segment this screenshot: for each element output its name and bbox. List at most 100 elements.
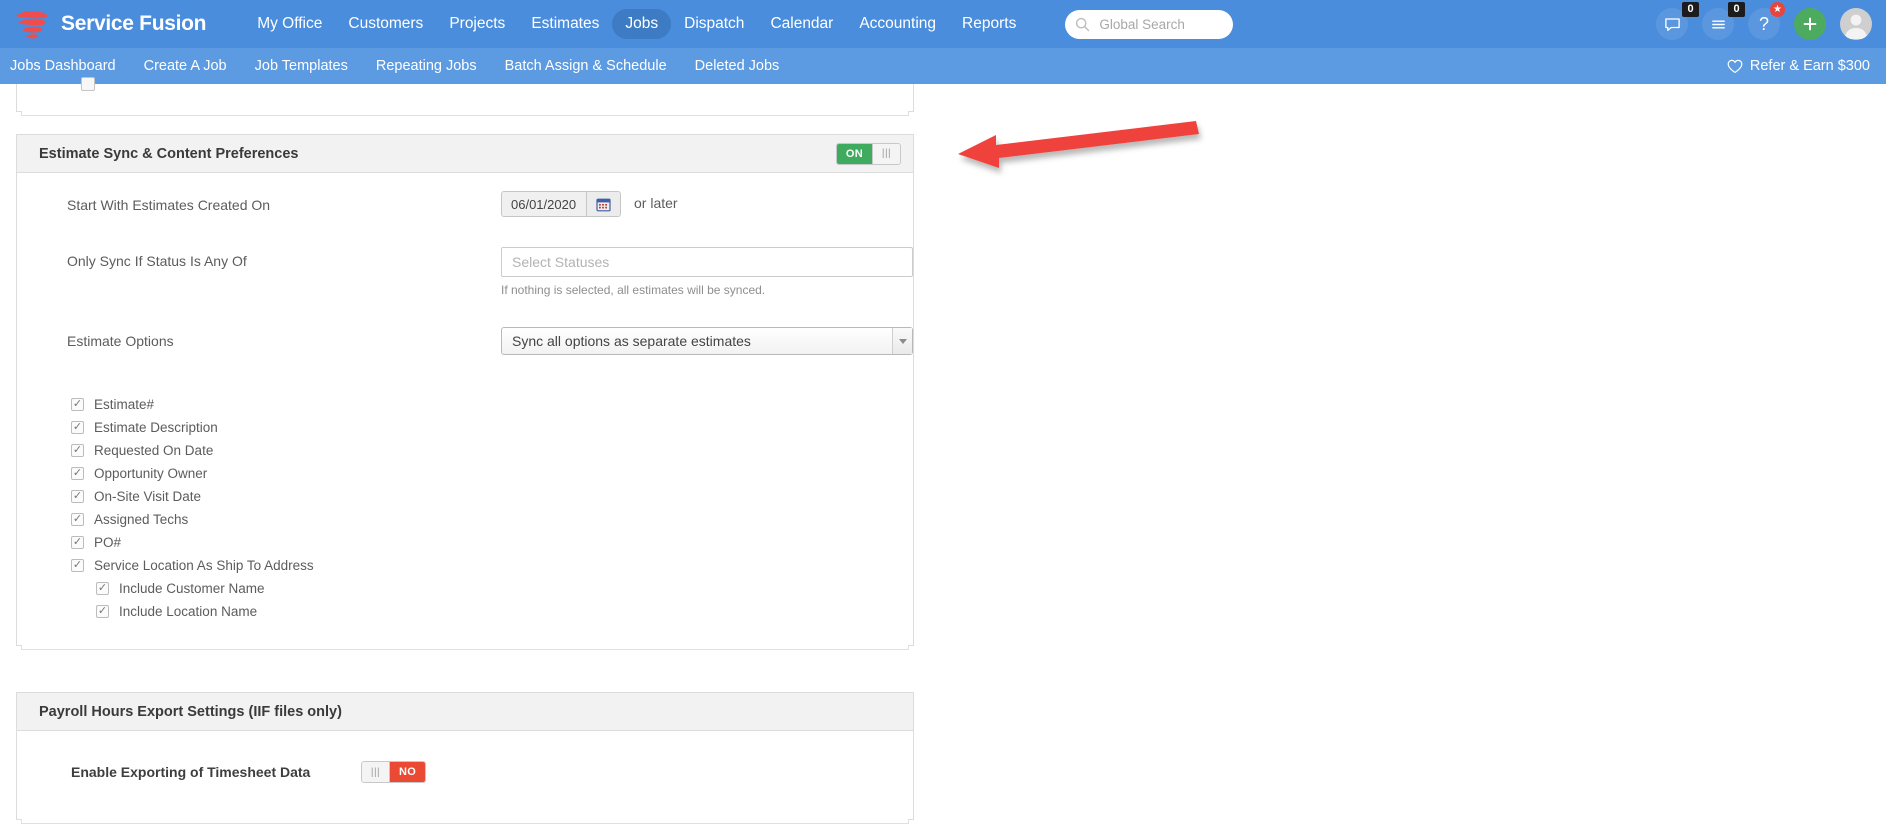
checkbox-estimate-number[interactable]: ✓	[71, 398, 84, 411]
user-avatar[interactable]	[1840, 8, 1872, 40]
refer-label: Refer & Earn $300	[1749, 58, 1870, 74]
checkbox-label: Include Customer Name	[119, 581, 265, 596]
list-lines-icon	[1711, 19, 1725, 29]
checkbox-assigned-techs[interactable]: ✓	[71, 513, 84, 526]
global-search-box[interactable]	[1065, 9, 1234, 39]
checkbox-estimate-description[interactable]: ✓	[71, 421, 84, 434]
main-navigation: My Office Customers Projects Estimates J…	[244, 9, 1029, 39]
nav-estimates[interactable]: Estimates	[518, 9, 612, 39]
chevron-down-icon[interactable]	[892, 328, 912, 354]
checkbox-label: Estimate#	[94, 397, 155, 412]
toggle-on-label: ON	[836, 143, 872, 164]
checkbox-row-po-number[interactable]: ✓ PO#	[71, 531, 913, 554]
check-glyph: ✓	[72, 444, 83, 456]
checkbox-opportunity-owner[interactable]: ✓	[71, 467, 84, 480]
heart-icon	[1727, 59, 1743, 73]
help-star-badge: ★	[1770, 2, 1785, 17]
checkbox-row-estimate-number[interactable]: ✓ Estimate#	[71, 393, 913, 416]
checkbox-on-site-visit-date[interactable]: ✓	[71, 490, 84, 503]
clipped-checkbox[interactable]	[81, 77, 95, 91]
subnav-jobs-dashboard[interactable]: Jobs Dashboard	[10, 58, 116, 74]
estimate-sync-title: Estimate Sync & Content Preferences	[39, 145, 299, 162]
main-content: Estimate Sync & Content Preferences ON |…	[0, 77, 1886, 829]
toggle-no-label: NO	[390, 762, 426, 782]
label-estimate-options: Estimate Options	[67, 333, 174, 349]
nav-jobs[interactable]: Jobs	[612, 9, 672, 39]
search-input[interactable]	[1097, 15, 1224, 33]
checkbox-row-service-location-ship-to[interactable]: ✓ Service Location As Ship To Address	[71, 554, 913, 577]
payroll-panel-title: Payroll Hours Export Settings (IIF files…	[39, 703, 342, 720]
estimate-options-select[interactable]: Sync all options as separate estimates	[501, 327, 913, 355]
select-statuses-hint: If nothing is selected, all estimates wi…	[501, 283, 766, 297]
nav-my-office[interactable]: My Office	[244, 9, 335, 39]
subnav-job-templates[interactable]: Job Templates	[255, 58, 348, 74]
checkbox-row-include-customer-name[interactable]: ✓ Include Customer Name	[71, 577, 913, 600]
checkbox-label: Opportunity Owner	[94, 466, 208, 481]
control-select-statuses: If nothing is selected, all estimates wi…	[501, 247, 913, 297]
row-enable-timesheet-export: Enable Exporting of Timesheet Data ||| N…	[17, 761, 913, 783]
checkbox-row-estimate-description[interactable]: ✓ Estimate Description	[71, 416, 913, 439]
checkbox-requested-on-date[interactable]: ✓	[71, 444, 84, 457]
row-start-with-estimates: Start With Estimates Created On 06/01/20…	[17, 191, 913, 225]
messages-badge: 0	[1682, 2, 1699, 17]
payroll-export-panel: Payroll Hours Export Settings (IIF files…	[16, 692, 914, 829]
messages-button[interactable]: 0	[1656, 2, 1699, 40]
nav-calendar[interactable]: Calendar	[757, 9, 846, 39]
checkbox-row-opportunity-owner[interactable]: ✓ Opportunity Owner	[71, 462, 913, 485]
help-button[interactable]: ? ★	[1748, 2, 1785, 40]
top-icon-group: 0 0 ? ★	[1656, 0, 1872, 48]
refer-and-earn-link[interactable]: Refer & Earn $300	[1727, 48, 1870, 84]
toggle-handle: |||	[362, 762, 390, 782]
checkbox-label: Include Location Name	[119, 604, 258, 619]
checkbox-label: On-Site Visit Date	[94, 489, 202, 504]
question-mark-icon: ?	[1758, 14, 1769, 34]
checkbox-label: Service Location As Ship To Address	[94, 558, 314, 573]
subnav-repeating-jobs[interactable]: Repeating Jobs	[376, 58, 477, 74]
checkbox-label: Assigned Techs	[94, 512, 189, 527]
brand-logo-area[interactable]: Service Fusion	[14, 7, 207, 41]
nav-dispatch[interactable]: Dispatch	[671, 9, 757, 39]
nav-reports[interactable]: Reports	[949, 9, 1029, 39]
checkbox-include-customer-name[interactable]: ✓	[96, 582, 109, 595]
subnav-create-a-job[interactable]: Create A Job	[144, 58, 227, 74]
estimate-options-selected-value: Sync all options as separate estimates	[512, 333, 751, 349]
start-date-input[interactable]	[502, 192, 586, 216]
check-glyph: ✓	[72, 490, 83, 502]
checkbox-row-on-site-visit-date[interactable]: ✓ On-Site Visit Date	[71, 485, 913, 508]
check-glyph: ✓	[72, 398, 83, 410]
checkbox-row-include-location-name[interactable]: ✓ Include Location Name	[71, 600, 913, 623]
row-only-sync-if-status: Only Sync If Status Is Any Of If nothing…	[17, 247, 913, 297]
start-date-field[interactable]	[501, 191, 621, 217]
search-icon	[1075, 17, 1090, 32]
checkbox-service-location-ship-to[interactable]: ✓	[71, 559, 84, 572]
user-avatar-icon	[1844, 14, 1868, 39]
estimate-sync-toggle[interactable]: ON |||	[835, 142, 901, 165]
nav-customers[interactable]: Customers	[335, 9, 436, 39]
check-glyph: ✓	[72, 559, 83, 571]
select-statuses-input[interactable]	[501, 247, 913, 277]
check-glyph: ✓	[72, 536, 83, 548]
label-only-sync-if-status: Only Sync If Status Is Any Of	[67, 253, 247, 269]
subnav-deleted-jobs[interactable]: Deleted Jobs	[695, 58, 780, 74]
estimate-sync-panel-header: Estimate Sync & Content Preferences ON |…	[17, 135, 913, 173]
nav-projects[interactable]: Projects	[436, 9, 518, 39]
subnav-batch-assign-schedule[interactable]: Batch Assign & Schedule	[505, 58, 667, 74]
calendar-picker-button[interactable]	[586, 192, 620, 216]
checkbox-row-assigned-techs[interactable]: ✓ Assigned Techs	[71, 508, 913, 531]
checkbox-po-number[interactable]: ✓	[71, 536, 84, 549]
payroll-panel-header: Payroll Hours Export Settings (IIF files…	[17, 693, 913, 731]
checkbox-row-requested-on-date[interactable]: ✓ Requested On Date	[71, 439, 913, 462]
checkbox-label: PO#	[94, 535, 122, 550]
sub-navbar: Jobs Dashboard Create A Job Job Template…	[0, 48, 1886, 84]
payroll-panel-body: Enable Exporting of Timesheet Data ||| N…	[17, 731, 913, 819]
chat-bubble-icon	[1664, 17, 1680, 31]
nav-accounting[interactable]: Accounting	[846, 9, 949, 39]
notifications-button[interactable]: 0	[1702, 2, 1745, 40]
label-start-with-estimates: Start With Estimates Created On	[67, 197, 271, 213]
calendar-icon	[596, 198, 611, 211]
checkbox-label: Requested On Date	[94, 443, 214, 458]
timesheet-export-toggle[interactable]: ||| NO	[361, 761, 427, 783]
service-fusion-logo-icon	[14, 7, 52, 41]
checkbox-include-location-name[interactable]: ✓	[96, 605, 109, 618]
add-new-button[interactable]	[1794, 8, 1826, 40]
